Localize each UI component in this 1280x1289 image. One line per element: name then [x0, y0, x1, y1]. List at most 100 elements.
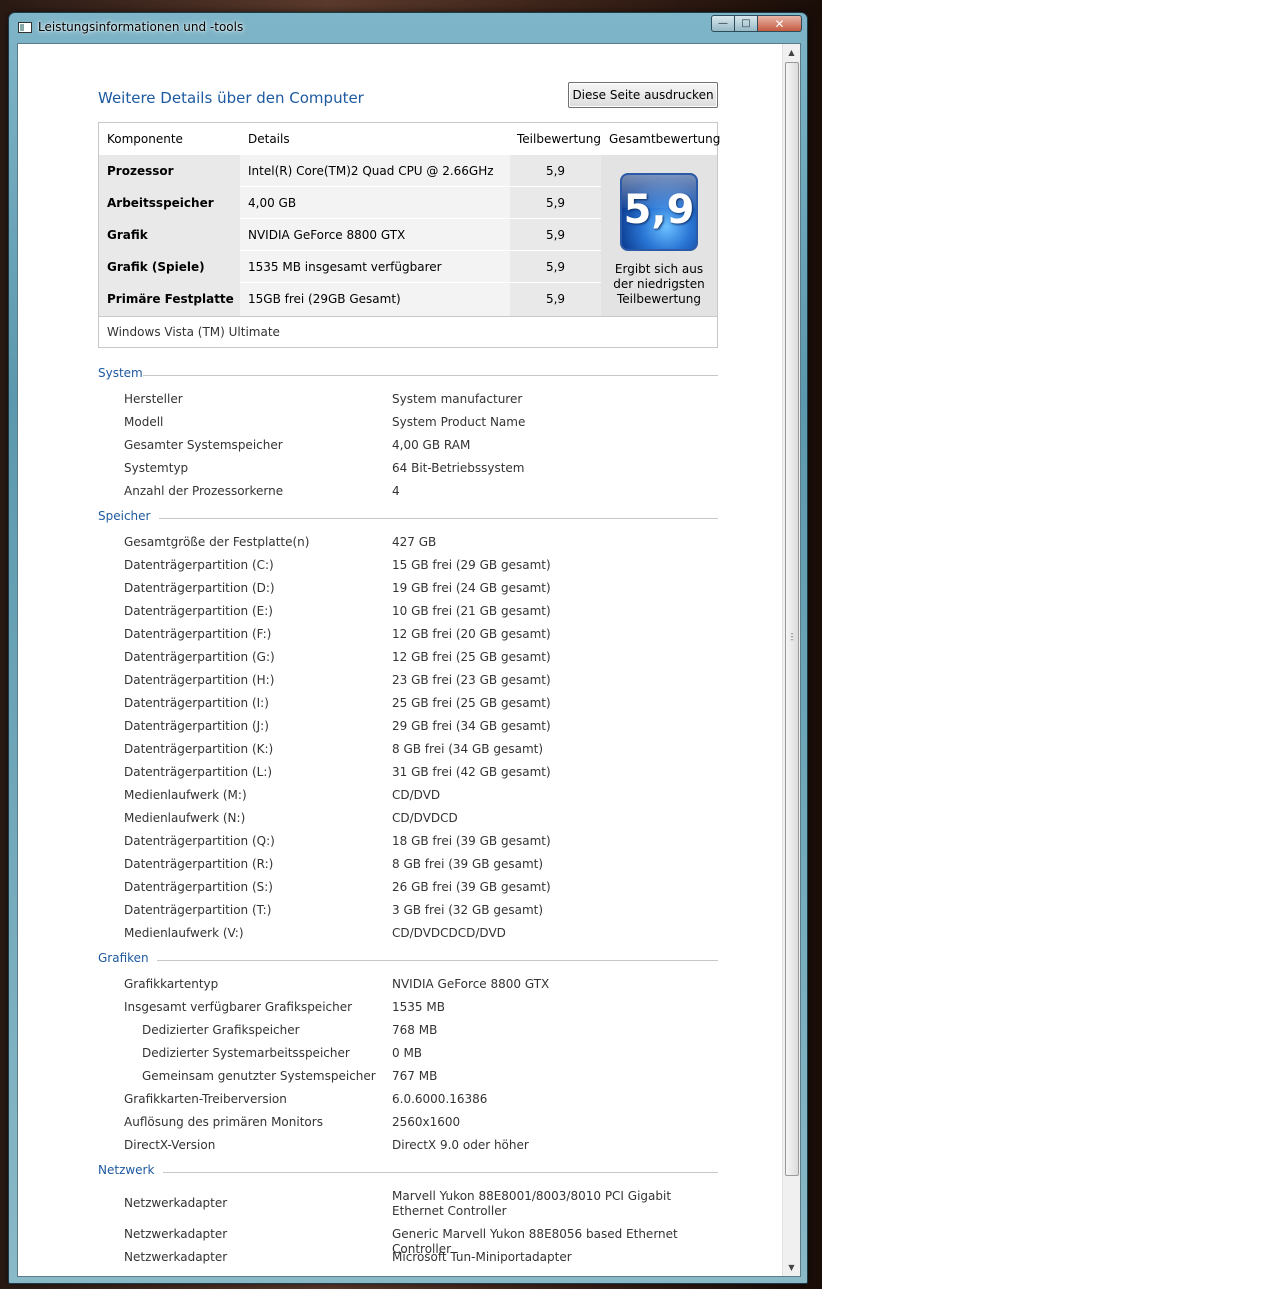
title-bar[interactable]: Leistungsinformationen und -tools — □ ✕	[9, 13, 807, 43]
info-value: 26 GB frei (39 GB gesamt)	[392, 880, 551, 894]
score-row: Arbeitsspeicher (RAM) 4,00 GB 5,9	[99, 187, 601, 242]
info-label: Datenträgerpartition (G:)	[124, 650, 275, 664]
info-value: 15 GB frei (29 GB gesamt)	[392, 558, 551, 572]
window-title: Leistungsinformationen und -tools	[38, 20, 244, 34]
score-row: Primäre Festplatte 15GB frei (29GB Gesam…	[99, 283, 601, 316]
info-label: Gemeinsam genutzter Systemspeicher	[142, 1069, 376, 1083]
info-label: Gesamtgröße der Festplatte(n)	[124, 535, 310, 549]
maximize-button[interactable]: □	[735, 15, 758, 32]
window-app-icon[interactable]	[18, 22, 32, 33]
info-value: 768 MB	[392, 1023, 438, 1037]
component-name: Grafik (Spiele)	[99, 251, 240, 283]
score-row: Grafik (Spiele) 1535 MB insgesamt verfüg…	[99, 251, 601, 306]
info-value: CD/DVDCD	[392, 811, 458, 825]
print-page-button[interactable]: Diese Seite ausdrucken	[568, 82, 718, 108]
score-table: Komponente Details Teilbewertung Gesamtb…	[98, 122, 720, 348]
total-score-cell: 5,9 Ergibt sich aus der niedrigsten Teil…	[601, 155, 717, 316]
info-label: Medienlaufwerk (M:)	[124, 788, 247, 802]
info-value: 12 GB frei (20 GB gesamt)	[392, 627, 551, 641]
minimize-button[interactable]: —	[711, 15, 735, 32]
component-name: Primäre Festplatte	[99, 283, 240, 316]
info-value: CD/DVDCDCD/DVD	[392, 926, 506, 940]
scroll-up-arrow-icon[interactable]: ▲	[783, 44, 800, 61]
scroll-down-arrow-icon[interactable]: ▼	[783, 1259, 800, 1276]
info-value: 767 MB	[392, 1069, 438, 1083]
page-title: Weitere Details über den Computer	[98, 89, 364, 107]
info-label: Datenträgerpartition (H:)	[124, 673, 275, 687]
info-value: 4	[392, 484, 400, 498]
info-value: 1535 MB	[392, 1000, 445, 1014]
info-value: 2560x1600	[392, 1115, 461, 1129]
section-divider	[159, 518, 718, 519]
total-score-caption: Ergibt sich aus der niedrigsten Teilbewe…	[601, 262, 717, 307]
info-value: 8 GB frei (34 GB gesamt)	[392, 742, 544, 756]
caption-buttons: — □ ✕	[711, 15, 802, 33]
info-label: Netzwerkadapter	[124, 1196, 228, 1210]
info-label: Insgesamt verfügbarer Grafikspeicher	[124, 1000, 353, 1014]
info-label: Datenträgerpartition (T:)	[124, 903, 272, 917]
score-row: Grafik NVIDIA GeForce 8800 GTX 5,9	[99, 219, 601, 251]
info-label: Hersteller	[124, 392, 183, 406]
info-label: Dedizierter Grafikspeicher	[142, 1023, 300, 1037]
info-label: Datenträgerpartition (F:)	[124, 627, 272, 641]
section-divider	[163, 1172, 718, 1173]
info-label: DirectX-Version	[124, 1138, 216, 1152]
total-caption-line: Teilbewertung	[616, 292, 701, 306]
section-title-graphics: Grafiken	[98, 951, 149, 965]
component-subscore: 5,9	[510, 283, 601, 316]
close-button[interactable]: ✕	[758, 15, 802, 32]
info-label: Datenträgerpartition (Q:)	[124, 834, 275, 848]
os-edition: Windows Vista (TM) Ultimate	[99, 316, 717, 347]
info-label: Systemtyp	[124, 461, 189, 475]
info-value: 12 GB frei (25 GB gesamt)	[392, 650, 551, 664]
info-value: System manufacturer	[392, 392, 523, 406]
info-value: 427 GB	[392, 535, 437, 549]
info-value: 3 GB frei (32 GB gesamt)	[392, 903, 544, 917]
info-label: Dedizierter Systemarbeitsspeicher	[142, 1046, 350, 1060]
info-label: Gesamter Systemspeicher	[124, 438, 283, 452]
scrollbar-thumb[interactable]: ---	[785, 62, 799, 1176]
info-label: Medienlaufwerk (N:)	[124, 811, 246, 825]
total-score: 5,9	[623, 187, 695, 233]
component-details: 15GB frei (29GB Gesamt)	[240, 283, 510, 316]
component-subscore: 5,9	[510, 187, 601, 219]
info-value: 23 GB frei (23 GB gesamt)	[392, 673, 551, 687]
info-label: Datenträgerpartition (I:)	[124, 696, 269, 710]
component-details: Intel(R) Core(TM)2 Quad CPU @ 2.66GHz	[240, 155, 510, 187]
component-name: Arbeitsspeicher (RAM)	[99, 187, 240, 242]
score-badge-icon: 5,9	[620, 173, 698, 251]
info-label: Datenträgerpartition (S:)	[124, 880, 273, 894]
score-row: Prozessor Intel(R) Core(TM)2 Quad CPU @ …	[99, 155, 601, 187]
section-title-storage: Speicher	[98, 509, 151, 523]
info-label: Datenträgerpartition (C:)	[124, 558, 274, 572]
component-details: 1535 MB insgesamt verfügbarer Grafikspei…	[240, 251, 510, 306]
section-divider	[143, 375, 718, 376]
info-value: NVIDIA GeForce 8800 GTX	[392, 977, 550, 991]
info-value: 29 GB frei (34 GB gesamt)	[392, 719, 551, 733]
info-value: 25 GB frei (25 GB gesamt)	[392, 696, 551, 710]
info-label: Grafikkarten-Treiberversion	[124, 1092, 287, 1106]
info-value: 64 Bit-Betriebssystem	[392, 461, 525, 475]
info-label: Datenträgerpartition (J:)	[124, 719, 269, 733]
info-value: System Product Name	[392, 415, 526, 429]
info-value: 4,00 GB RAM	[392, 438, 471, 452]
component-name: Prozessor	[99, 155, 240, 187]
component-subscore: 5,9	[510, 219, 601, 251]
info-value: DirectX 9.0 oder höher	[392, 1138, 529, 1152]
info-value: 19 GB frei (24 GB gesamt)	[392, 581, 551, 595]
info-value: 18 GB frei (39 GB gesamt)	[392, 834, 551, 848]
info-label: Datenträgerpartition (R:)	[124, 857, 274, 871]
vertical-scrollbar[interactable]: ▲ --- ▼	[782, 44, 800, 1276]
component-details: NVIDIA GeForce 8800 GTX	[240, 219, 510, 251]
component-subscore: 5,9	[510, 251, 601, 283]
info-value: 8 GB frei (39 GB gesamt)	[392, 857, 544, 871]
info-value: Microsoft Tun-Miniportadapter	[392, 1250, 572, 1264]
info-value: 6.0.6000.16386	[392, 1092, 488, 1106]
info-value: Marvell Yukon 88E8001/8003/8010 PCI Giga…	[392, 1189, 672, 1218]
component-name: Grafik	[99, 219, 240, 251]
info-label: Datenträgerpartition (K:)	[124, 742, 274, 756]
info-value: 10 GB frei (21 GB gesamt)	[392, 604, 551, 618]
column-header-component: Komponente	[107, 132, 183, 146]
info-label: Modell	[124, 415, 164, 429]
info-label: Auflösung des primären Monitors	[124, 1115, 323, 1129]
